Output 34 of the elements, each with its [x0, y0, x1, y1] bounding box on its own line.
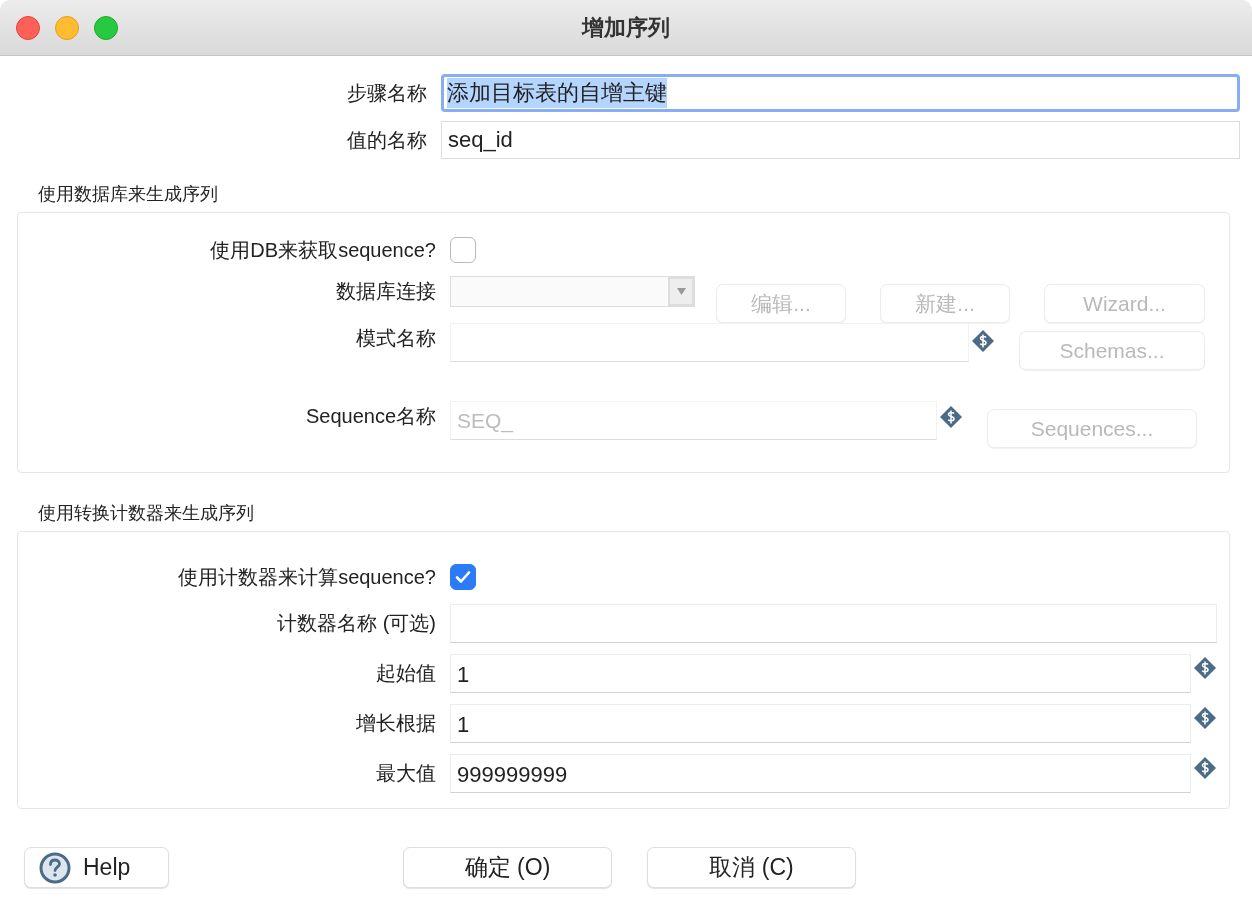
- checkbox-label: 使用计数器来计算sequence?: [177, 564, 436, 590]
- text-field[interactable]: 1: [450, 704, 1191, 743]
- field-label: 计数器名称 (可选): [276, 611, 436, 636]
- field-label: 值的名称: [346, 127, 427, 153]
- variable-icon[interactable]: [971, 329, 995, 353]
- variable-icon[interactable]: [1193, 705, 1217, 730]
- dialog-button[interactable]: 确定 (O): [403, 847, 612, 888]
- text-field[interactable]: [450, 604, 1217, 643]
- text-field[interactable]: 999999999: [450, 754, 1191, 793]
- text-field[interactable]: 1: [450, 654, 1191, 693]
- field-label: 数据库连接: [335, 279, 436, 304]
- variable-icon[interactable]: [939, 405, 963, 429]
- variable-icon[interactable]: [1193, 655, 1217, 680]
- checkbox[interactable]: [450, 564, 476, 590]
- field-label: 最大值: [375, 761, 436, 786]
- help-button[interactable]: Help: [24, 847, 169, 888]
- close-button[interactable]: [16, 16, 40, 40]
- help-icon: [39, 851, 71, 884]
- field-label: 步骤名称: [346, 80, 427, 106]
- section-title: 使用转换计数器来生成序列: [38, 502, 254, 525]
- section-title: 使用数据库来生成序列: [38, 183, 218, 206]
- variable-icon[interactable]: [1193, 755, 1217, 780]
- dialog-button[interactable]: 取消 (C): [647, 847, 856, 888]
- checkbox-label: 使用DB来获取sequence?: [209, 237, 436, 263]
- field-label: 起始值: [375, 661, 436, 686]
- checkbox[interactable]: [450, 237, 476, 263]
- field-label: Sequence名称: [304, 404, 436, 429]
- field-label: 增长根据: [355, 711, 436, 736]
- zoom-button[interactable]: [94, 16, 118, 40]
- minimize-button[interactable]: [55, 16, 79, 40]
- text-field[interactable]: seq_id: [441, 121, 1240, 159]
- text-field[interactable]: 添加目标表的自增主键: [441, 74, 1240, 112]
- field-label: 模式名称: [355, 326, 436, 351]
- window-title: 增加序列: [582, 13, 670, 42]
